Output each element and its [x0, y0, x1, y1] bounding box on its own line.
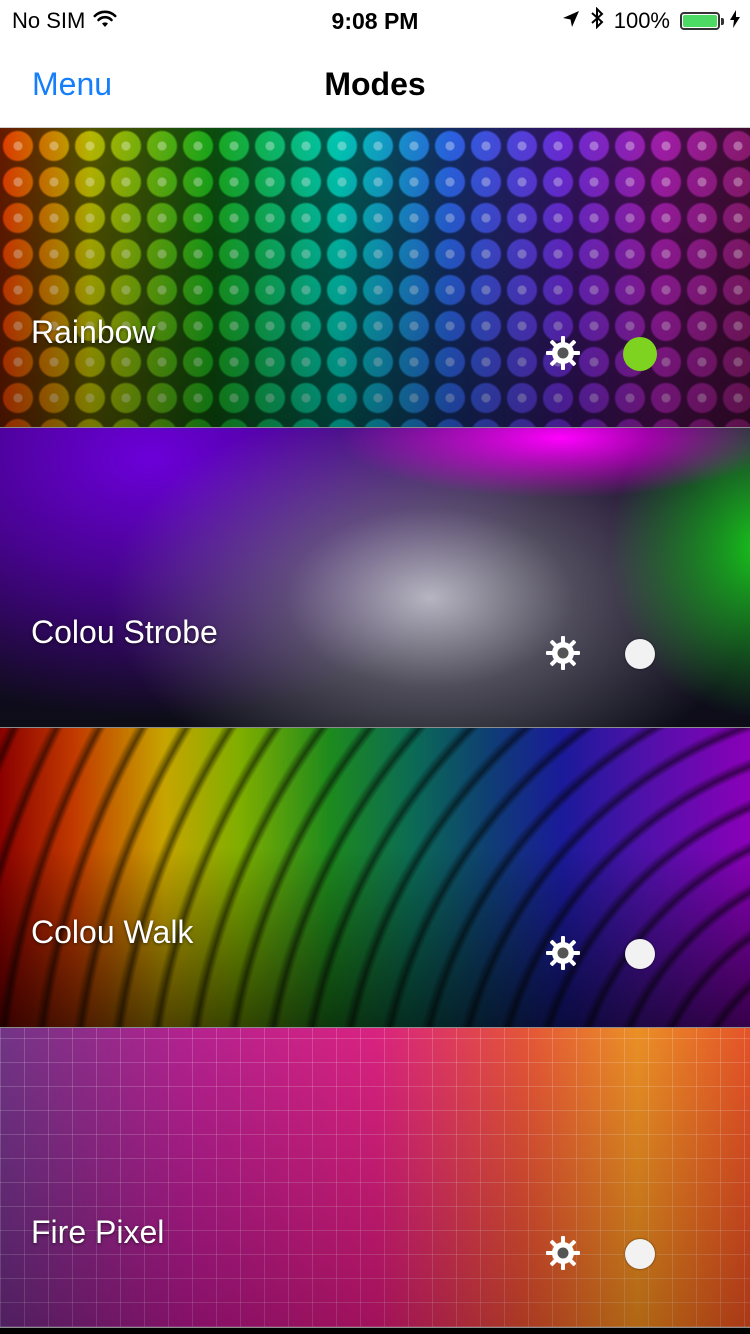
- mode-label: Rainbow: [31, 314, 156, 350]
- mode-background-shade: [0, 1028, 750, 1327]
- mode-label: Colou Walk: [31, 914, 194, 950]
- mode-row-fire-pixel[interactable]: Fire Pixel: [0, 1028, 750, 1328]
- mode-select-indicator[interactable]: [625, 1239, 655, 1269]
- mode-row-colou-walk[interactable]: Colou Walk: [0, 728, 750, 1028]
- mode-row-rainbow[interactable]: Rainbow: [0, 128, 750, 428]
- mode-background-shade: [0, 128, 750, 427]
- charging-icon: [730, 8, 740, 34]
- mode-list: Rainbow Colou Strobe Colou Walk Fire Pix…: [0, 128, 750, 1328]
- mode-select-indicator[interactable]: [625, 639, 655, 669]
- mode-row-colou-strobe[interactable]: Colou Strobe: [0, 428, 750, 728]
- mode-label: Fire Pixel: [31, 1214, 165, 1250]
- status-bar: No SIM 9:08 PM 100%: [0, 0, 750, 40]
- navigation-bar: Menu Modes: [0, 40, 750, 128]
- mode-select-indicator[interactable]: [625, 939, 655, 969]
- bluetooth-icon: [590, 6, 604, 35]
- mode-label: Colou Strobe: [31, 614, 218, 650]
- mode-background-shade: [0, 728, 750, 1027]
- battery-icon: [680, 12, 724, 30]
- gear-icon[interactable]: [543, 933, 583, 973]
- battery-percent: 100%: [613, 8, 670, 33]
- gear-icon[interactable]: [543, 1233, 583, 1273]
- gear-icon[interactable]: [543, 633, 583, 673]
- mode-selected-indicator[interactable]: [623, 337, 657, 371]
- status-right: 100%: [562, 6, 740, 35]
- mode-background-image: [0, 428, 750, 727]
- page-title: Modes: [324, 66, 426, 102]
- gear-icon[interactable]: [543, 333, 583, 373]
- location-arrow-icon: [562, 8, 580, 34]
